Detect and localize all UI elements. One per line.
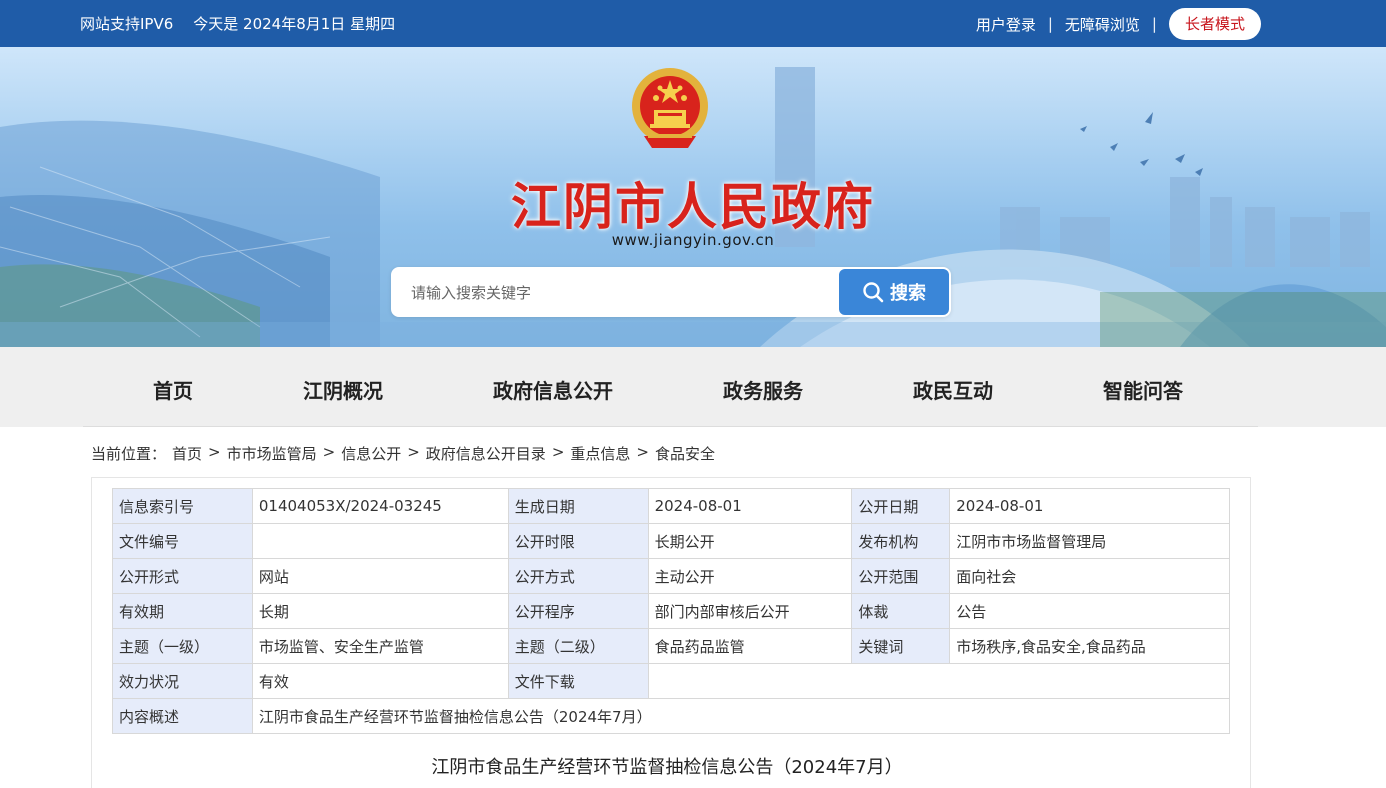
table-value: 长期公开 <box>647 523 853 559</box>
table-value: 网站 <box>251 558 509 594</box>
table-row: 效力状况 有效 文件下载 <box>112 663 1231 699</box>
nav-item-jiangyin-overview[interactable]: 江阴概况 <box>303 375 383 404</box>
table-row: 有效期 长期 公开程序 部门内部审核后公开 体裁 公告 <box>112 593 1230 629</box>
ipv6-notice: 网站支持IPV6 <box>80 15 174 33</box>
breadcrumb-item-food-safety[interactable]: 食品安全 <box>655 443 715 464</box>
table-key: 内容概述 <box>112 698 253 734</box>
nav-divider <box>83 426 1258 427</box>
table-key: 主题（一级） <box>112 628 253 664</box>
breadcrumb-item-home[interactable]: 首页 <box>172 443 202 464</box>
table-row: 主题（一级） 市场监管、安全生产监管 主题（二级） 食品药品监管 关键词 市场秩… <box>112 628 1230 664</box>
search-button[interactable]: 搜索 <box>839 269 949 315</box>
user-login-link[interactable]: 用户登录 <box>976 14 1036 35</box>
breadcrumb-item-info-public[interactable]: 信息公开 <box>341 443 401 464</box>
table-value: 01404053X/2024-03245 <box>251 488 509 524</box>
search-button-label: 搜索 <box>890 283 926 304</box>
table-row: 文件编号 公开时限 长期公开 发布机构 江阴市市场监督管理局 <box>112 523 1230 559</box>
table-row: 公开形式 网站 公开方式 主动公开 公开范围 面向社会 <box>112 558 1230 594</box>
table-value: 食品药品监管 <box>647 628 853 664</box>
breadcrumb-separator: > <box>322 443 336 461</box>
top-bar: 网站支持IPV6 今天是 2024年8月1日 星期四 用户登录 | 无障碍浏览 … <box>0 0 1386 47</box>
breadcrumb-item-market-bureau[interactable]: 市市场监管局 <box>227 443 317 464</box>
nav-item-home[interactable]: 首页 <box>153 375 193 404</box>
table-value: 2024-08-01 <box>949 488 1230 524</box>
table-key: 生成日期 <box>507 488 649 524</box>
table-key: 文件下载 <box>507 663 649 699</box>
search-input[interactable] <box>411 281 831 305</box>
table-key: 公开日期 <box>851 488 951 524</box>
nav-item-gov-services[interactable]: 政务服务 <box>723 375 803 404</box>
table-row: 内容概述 江阴市食品生产经营环节监督抽检信息公告（2024年7月） <box>112 698 1231 734</box>
divider: | <box>1047 15 1053 33</box>
breadcrumb-label: 当前位置： <box>91 445 167 463</box>
table-value: 有效 <box>251 663 509 699</box>
file-download-cell[interactable] <box>647 663 1231 699</box>
table-value <box>251 523 509 559</box>
breadcrumb-item-key-info[interactable]: 重点信息 <box>570 443 630 464</box>
table-key: 公开形式 <box>112 558 253 594</box>
table-row: 信息索引号 01404053X/2024-03245 生成日期 2024-08-… <box>112 488 1230 524</box>
current-date: 今天是 2024年8月1日 星期四 <box>193 15 396 33</box>
table-value: 面向社会 <box>949 558 1230 594</box>
national-emblem-icon <box>632 68 708 148</box>
site-title: 江阴市人民政府 <box>511 177 875 236</box>
table-value: 部门内部审核后公开 <box>647 593 853 629</box>
table-key: 文件编号 <box>112 523 253 559</box>
table-key: 主题（二级） <box>507 628 649 664</box>
breadcrumb-separator: > <box>407 443 420 461</box>
table-value: 市场监管、安全生产监管 <box>251 628 509 664</box>
breadcrumb: 当前位置： 首页 > 市市场监管局 > 信息公开 > 政府信息公开目录 > 重点… <box>91 443 715 464</box>
table-key: 效力状况 <box>112 663 253 699</box>
table-key: 公开程序 <box>507 593 649 629</box>
table-value: 长期 <box>251 593 509 629</box>
info-metadata-table: 信息索引号 01404053X/2024-03245 生成日期 2024-08-… <box>112 488 1231 734</box>
content-summary: 江阴市食品生产经营环节监督抽检信息公告（2024年7月） <box>251 698 1231 734</box>
breadcrumb-item-catalog[interactable]: 政府信息公开目录 <box>426 443 546 464</box>
table-key: 公开范围 <box>851 558 951 594</box>
table-key: 关键词 <box>851 628 951 664</box>
header-banner: 江阴市人民政府 www.jiangyin.gov.cn 搜索 <box>0 47 1386 347</box>
table-key: 体裁 <box>851 593 951 629</box>
breadcrumb-separator: > <box>551 443 565 461</box>
nav-item-smart-qa[interactable]: 智能问答 <box>1103 375 1183 404</box>
accessible-browse-link[interactable]: 无障碍浏览 <box>1065 14 1140 35</box>
table-value: 主动公开 <box>647 558 853 594</box>
table-value: 公告 <box>949 593 1230 629</box>
nav-item-gov-info[interactable]: 政府信息公开 <box>493 375 613 404</box>
table-value: 2024-08-01 <box>647 488 853 524</box>
divider: | <box>1151 15 1157 33</box>
table-key: 公开方式 <box>507 558 649 594</box>
document-title: 江阴市食品生产经营环节监督抽检信息公告（2024年7月） <box>431 757 903 778</box>
search-bar: 搜索 <box>391 267 951 317</box>
site-url: www.jiangyin.gov.cn <box>611 231 775 249</box>
table-key: 信息索引号 <box>112 488 253 524</box>
main-nav: 首页 江阴概况 政府信息公开 政务服务 政民互动 智能问答 <box>0 347 1386 427</box>
table-value: 江阴市市场监督管理局 <box>949 523 1230 559</box>
breadcrumb-separator: > <box>208 443 221 461</box>
nav-item-interaction[interactable]: 政民互动 <box>913 375 993 404</box>
table-value: 市场秩序,食品安全,食品药品 <box>949 628 1230 664</box>
table-key: 公开时限 <box>507 523 649 559</box>
elder-mode-button[interactable]: 长者模式 <box>1168 8 1261 40</box>
breadcrumb-separator: > <box>636 443 649 461</box>
table-key: 有效期 <box>112 593 253 629</box>
search-icon <box>863 282 884 303</box>
table-key: 发布机构 <box>851 523 951 559</box>
